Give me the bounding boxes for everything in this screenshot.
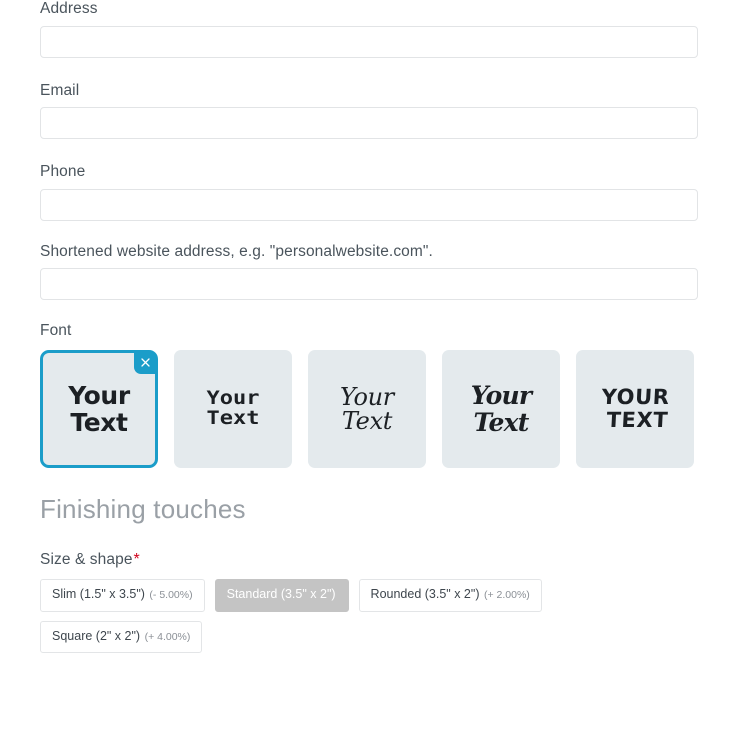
option-label: Square (2" x 2") — [52, 628, 141, 643]
option-label: Slim (1.5" x 3.5") — [52, 586, 145, 601]
preview-line-2: TEXT — [605, 407, 669, 432]
business-card-form: Address Email Phone Shortened website ad… — [0, 0, 736, 654]
font-swatch-techno[interactable]: Your Text — [174, 349, 292, 468]
field-group-phone: Phone — [40, 163, 698, 221]
font-swatch-bold-sans[interactable]: Your Text — [40, 349, 158, 468]
label-phone: Phone — [40, 163, 86, 181]
preview-line-2: Text — [473, 407, 530, 437]
option-standard[interactable]: Standard (3.5" x 2") — [214, 578, 349, 612]
option-label: Rounded (3.5" x 2") — [370, 586, 480, 601]
preview-line-2: Text — [206, 408, 260, 430]
preview-line-1: Your — [68, 380, 130, 410]
page-title-finishing-touches: Finishing touches — [40, 493, 246, 524]
size-shape-option-grid: Slim (1.5" x 3.5") (- 5.00%) Standard (3… — [40, 578, 580, 654]
label-font: Font — [40, 322, 72, 340]
input-email[interactable] — [40, 107, 698, 140]
close-x-icon[interactable] — [134, 351, 156, 374]
font-preview: YOUR TEXT — [600, 385, 671, 432]
label-website: Shortened website address, e.g. "persona… — [40, 242, 433, 260]
field-group-email: Email — [40, 81, 698, 140]
label-size-shape: Size & shape* — [40, 551, 696, 570]
field-group-address: Address — [40, 0, 698, 58]
field-group-font: Font Your Text Your Text Your Text Your … — [40, 322, 696, 468]
preview-line-1: Your — [340, 382, 394, 411]
required-asterisk: * — [133, 551, 140, 569]
preview-line-2: Text — [341, 406, 393, 435]
field-group-website: Shortened website address, e.g. "persona… — [40, 242, 698, 301]
option-price-delta: (- 5.00%) — [149, 588, 193, 601]
input-phone[interactable] — [40, 188, 698, 221]
field-group-size-shape: Size & shape* Slim (1.5" x 3.5") (- 5.00… — [40, 551, 696, 654]
option-rounded[interactable]: Rounded (3.5" x 2") (+ 2.00%) — [358, 578, 542, 612]
preview-line-1: Your — [470, 380, 532, 410]
input-website[interactable] — [40, 268, 698, 301]
font-preview: Your Text — [207, 389, 260, 429]
option-price-delta: (+ 4.00%) — [144, 630, 191, 643]
font-swatch-row: Your Text Your Text Your Text Your Text … — [40, 349, 696, 468]
preview-line-1: YOUR — [601, 385, 671, 410]
label-address: Address — [40, 0, 98, 17]
label-size-shape-text: Size & shape — [40, 551, 133, 569]
label-email: Email — [40, 81, 80, 99]
preview-line-1: Your — [206, 388, 260, 410]
font-preview: Your Text — [68, 382, 130, 436]
font-preview: Your Text — [471, 382, 532, 436]
input-address[interactable] — [40, 25, 698, 58]
preview-line-2: Text — [70, 407, 128, 437]
option-square[interactable]: Square (2" x 2") (+ 4.00%) — [40, 620, 203, 654]
option-slim[interactable]: Slim (1.5" x 3.5") (- 5.00%) — [40, 578, 205, 612]
font-swatch-script[interactable]: Your Text — [308, 349, 426, 468]
font-preview: Your Text — [340, 385, 394, 433]
font-swatch-bold-italic[interactable]: Your Text — [442, 349, 560, 468]
font-swatch-marker[interactable]: YOUR TEXT — [576, 349, 694, 468]
option-price-delta: (+ 2.00%) — [483, 588, 530, 601]
option-label: Standard (3.5" x 2") — [226, 586, 336, 601]
